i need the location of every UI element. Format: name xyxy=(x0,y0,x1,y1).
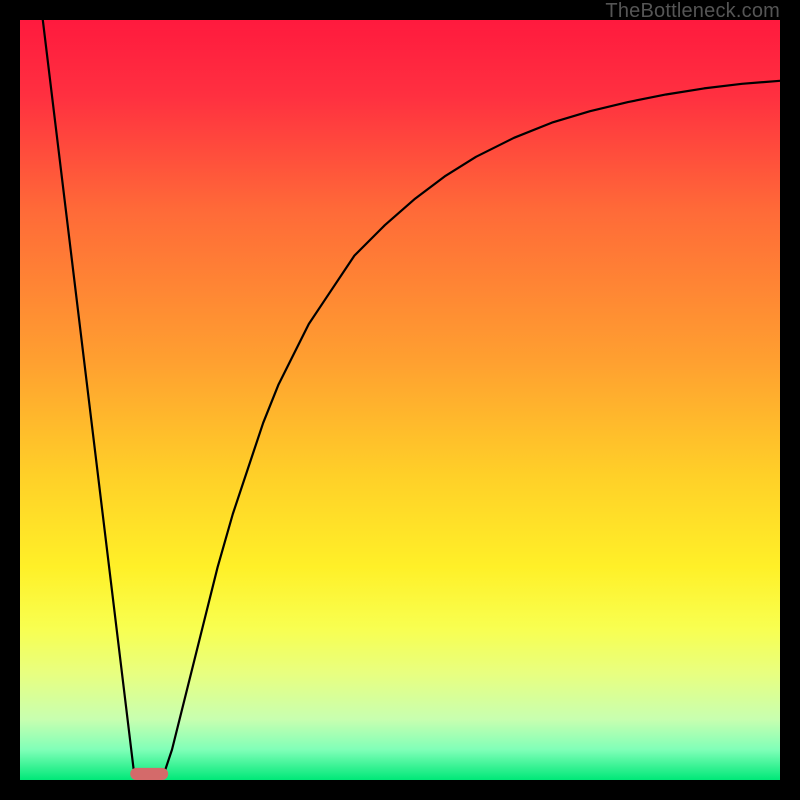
chart-background xyxy=(20,20,780,780)
minimum-marker xyxy=(130,768,168,780)
marker-layer xyxy=(130,768,168,780)
chart-frame: TheBottleneck.com xyxy=(0,0,800,800)
bottleneck-chart xyxy=(20,20,780,780)
